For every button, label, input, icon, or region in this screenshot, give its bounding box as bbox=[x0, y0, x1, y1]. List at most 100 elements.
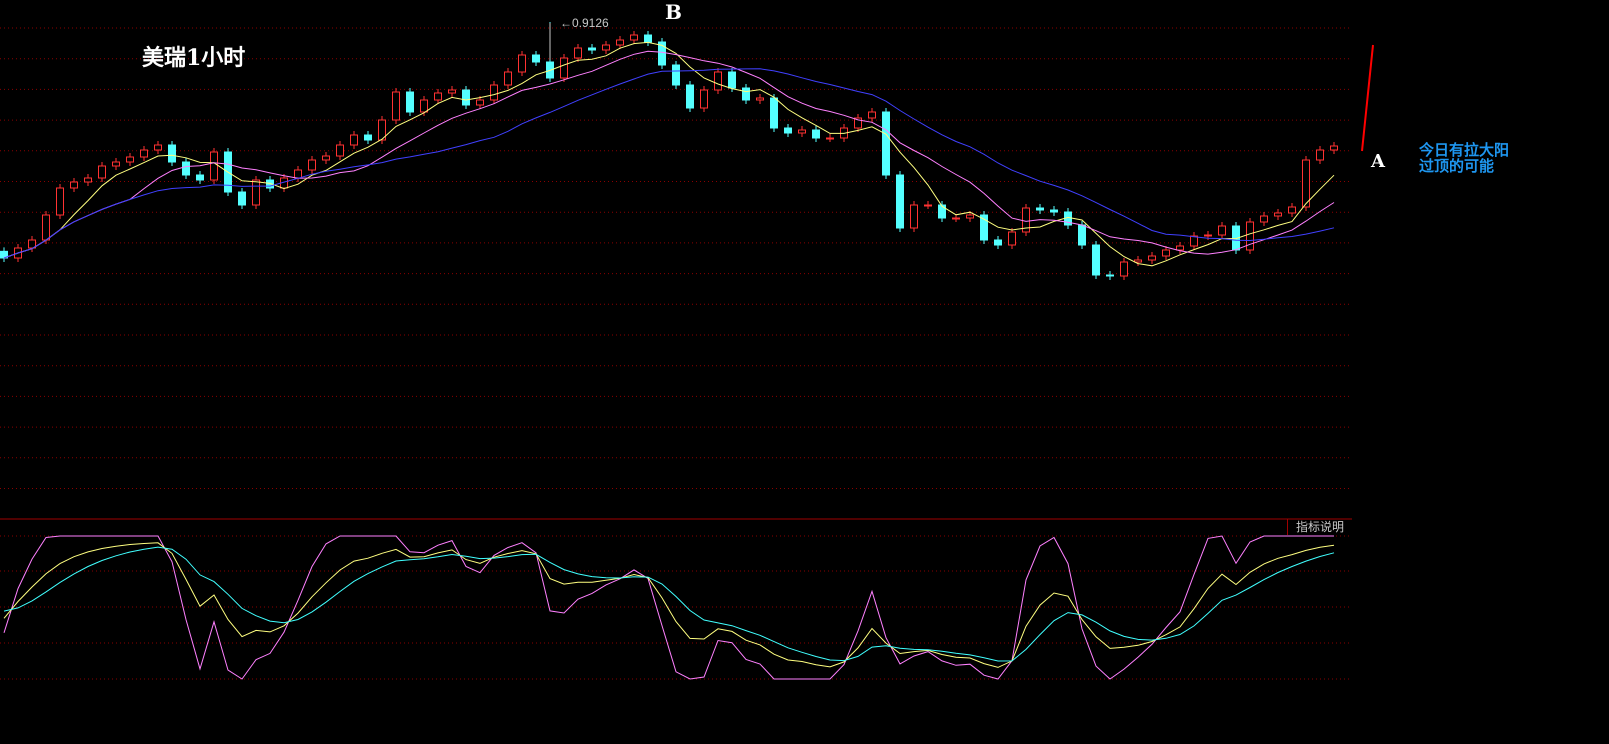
candle-body bbox=[728, 71, 736, 89]
candle bbox=[938, 201, 946, 222]
candle bbox=[392, 88, 400, 124]
candle-body bbox=[168, 144, 176, 163]
candle-body bbox=[742, 87, 750, 101]
candle bbox=[1316, 146, 1324, 164]
candle-body bbox=[336, 144, 344, 157]
candle bbox=[812, 126, 820, 142]
candle bbox=[126, 153, 134, 166]
candle-body bbox=[616, 39, 624, 46]
ma-line-ma5 bbox=[3, 41, 1335, 267]
candle bbox=[448, 86, 456, 97]
candle-body bbox=[910, 204, 918, 229]
candle bbox=[56, 184, 64, 219]
candle-body bbox=[126, 156, 134, 163]
candle-body bbox=[364, 134, 372, 141]
candle-body bbox=[574, 47, 582, 59]
candle-body bbox=[1190, 235, 1198, 247]
candle-body bbox=[630, 34, 638, 41]
candle-body bbox=[798, 129, 806, 134]
candle-body bbox=[882, 111, 890, 176]
candle-body bbox=[476, 99, 484, 106]
candle bbox=[1008, 228, 1016, 249]
candle bbox=[364, 131, 372, 144]
candle-body bbox=[406, 91, 414, 113]
candle-body bbox=[644, 34, 652, 43]
candle bbox=[980, 211, 988, 244]
candle-body bbox=[1218, 225, 1226, 236]
candle bbox=[1106, 271, 1114, 280]
candle-body bbox=[1330, 145, 1338, 151]
candle-body bbox=[1148, 255, 1156, 261]
candle-body bbox=[42, 214, 50, 241]
candle bbox=[112, 158, 120, 170]
candle bbox=[644, 31, 652, 46]
candle-body bbox=[392, 91, 400, 121]
candle-body bbox=[868, 111, 876, 119]
peak-price-value: 0.9126 bbox=[572, 16, 609, 30]
candle-body bbox=[952, 217, 960, 220]
candle bbox=[1274, 209, 1282, 220]
point-a-label: A bbox=[1371, 151, 1385, 172]
candle-body bbox=[924, 204, 932, 207]
candle bbox=[1134, 256, 1142, 266]
candle-body bbox=[56, 187, 64, 216]
candle bbox=[560, 54, 568, 82]
candle-body bbox=[770, 97, 778, 129]
candle bbox=[140, 146, 148, 161]
candle bbox=[154, 141, 162, 154]
candle bbox=[868, 108, 876, 122]
candle bbox=[98, 162, 106, 182]
candle bbox=[70, 178, 78, 192]
candle bbox=[1022, 204, 1030, 236]
trend-arrow-line bbox=[1361, 44, 1374, 152]
candle-body bbox=[238, 191, 246, 206]
candle-body bbox=[448, 89, 456, 94]
candle bbox=[350, 131, 358, 149]
candle bbox=[1218, 222, 1226, 239]
candle bbox=[1092, 241, 1100, 279]
candle bbox=[1330, 142, 1338, 154]
candle-body bbox=[154, 144, 162, 151]
candle-body bbox=[714, 71, 722, 91]
candle-body bbox=[210, 151, 218, 181]
candle bbox=[490, 81, 498, 104]
candle bbox=[588, 44, 596, 54]
candle bbox=[798, 126, 806, 137]
candle bbox=[406, 88, 414, 116]
candle-body bbox=[434, 92, 442, 101]
candle bbox=[308, 156, 316, 174]
candle-body bbox=[1134, 259, 1142, 263]
candle bbox=[910, 201, 918, 232]
candle-body bbox=[1162, 249, 1170, 257]
candle-body bbox=[84, 177, 92, 183]
candle bbox=[756, 94, 764, 104]
candle bbox=[252, 176, 260, 209]
candle bbox=[1176, 242, 1184, 254]
candle bbox=[1120, 258, 1128, 280]
candle-body bbox=[1120, 261, 1128, 277]
candle-body bbox=[1050, 209, 1058, 213]
candle bbox=[42, 211, 50, 244]
candle-body bbox=[966, 214, 974, 219]
peak-price-label: ←0.9126 bbox=[560, 16, 609, 30]
indicator-description-button[interactable]: 指标说明 bbox=[1287, 519, 1352, 535]
candle-body bbox=[560, 57, 568, 79]
candle bbox=[1302, 156, 1310, 211]
candle-body bbox=[588, 47, 596, 51]
candle bbox=[322, 152, 330, 164]
candle bbox=[672, 61, 680, 89]
candle bbox=[504, 68, 512, 89]
candle bbox=[658, 38, 666, 69]
candle bbox=[1288, 203, 1296, 217]
candle bbox=[294, 166, 302, 182]
candle bbox=[742, 84, 750, 104]
candle-body bbox=[98, 165, 106, 179]
candle-body bbox=[252, 179, 260, 206]
candle bbox=[336, 141, 344, 160]
candle-body bbox=[420, 99, 428, 113]
candle-body bbox=[518, 54, 526, 73]
candle-body bbox=[196, 174, 204, 181]
grid bbox=[0, 27, 1352, 680]
candle bbox=[1050, 206, 1058, 216]
candle bbox=[518, 51, 526, 76]
